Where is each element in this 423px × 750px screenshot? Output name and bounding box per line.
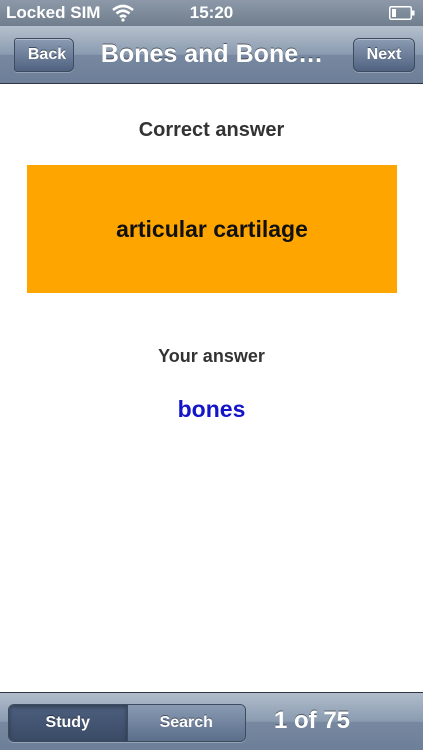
your-answer-text: bones <box>177 396 246 422</box>
next-button[interactable]: Next <box>353 38 415 72</box>
correct-answer-text: articular cartilage <box>116 215 308 242</box>
status-bar: Locked SIM 15:20 <box>0 0 423 26</box>
page-title: Bones and Bone… <box>100 40 324 68</box>
correct-answer-heading: Correct answer <box>138 119 285 141</box>
mode-segmented-control: Study Search <box>8 704 246 742</box>
page-counter: 1 of 75 <box>274 707 351 734</box>
your-answer-heading: Your answer <box>158 346 265 366</box>
study-segment[interactable]: Study <box>9 705 127 741</box>
navigation-bar: Back Bones and Bone… Next <box>0 26 423 84</box>
back-button[interactable]: Back <box>14 38 74 72</box>
status-time: 15:20 <box>189 3 234 22</box>
correct-answer-box: articular cartilage <box>27 165 397 293</box>
search-segment[interactable]: Search <box>126 705 245 741</box>
battery-icon <box>389 6 415 20</box>
bottom-toolbar: Study Search 1 of 75 <box>0 692 423 750</box>
